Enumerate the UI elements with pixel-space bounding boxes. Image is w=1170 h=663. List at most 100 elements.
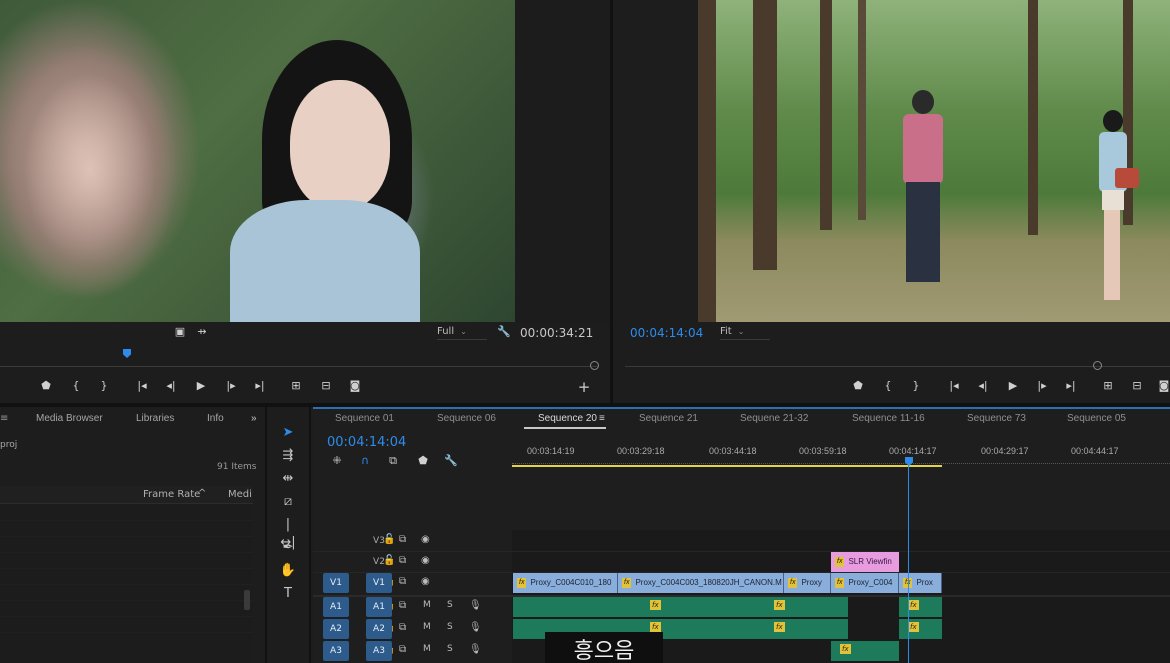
ripple-edit-tool-icon[interactable]: ⇹ (279, 470, 297, 488)
solo-button[interactable]: S (447, 600, 453, 610)
tab-media-browser[interactable]: Media Browser (36, 413, 103, 424)
sync-lock-icon[interactable]: ⧉ (399, 576, 406, 587)
insert-icon[interactable]: ▣ (172, 325, 188, 339)
timeline-settings-icon[interactable]: 🔧 (443, 454, 459, 468)
mark-in-icon[interactable]: { (880, 379, 896, 393)
slip-tool-icon[interactable]: |↔| (279, 516, 297, 550)
more-panels-icon[interactable]: » (251, 413, 257, 424)
selection-tool-icon[interactable]: ➤ (279, 424, 297, 442)
track-label-v3[interactable]: V3 (366, 531, 392, 551)
drag-video-icon[interactable]: ⇸ (194, 325, 210, 339)
go-to-in-icon[interactable]: |◂ (946, 379, 962, 393)
source-out-handle[interactable] (590, 361, 599, 370)
track-select-tool-icon[interactable]: ⇶ (279, 447, 297, 465)
list-item[interactable] (0, 569, 253, 585)
project-item-list[interactable] (0, 505, 253, 663)
work-area-bar[interactable] (512, 465, 942, 467)
tab-sequence-11-16[interactable]: Sequence 11-16 (852, 413, 925, 424)
mark-out-icon[interactable]: } (96, 379, 112, 393)
list-item[interactable] (0, 617, 253, 633)
tab-libraries[interactable]: Libraries (136, 413, 174, 424)
step-forward-icon[interactable]: |▸ (223, 379, 239, 393)
microphone-icon[interactable]: 🎙 (469, 644, 482, 655)
tab-sequence-05[interactable]: Sequence 05 (1067, 413, 1126, 424)
source-scrub-bar[interactable] (0, 366, 598, 367)
track-label-v2[interactable]: V2 (366, 552, 392, 572)
mute-button[interactable]: M (423, 644, 431, 654)
add-button-icon[interactable]: + (576, 380, 592, 395)
extract-icon[interactable]: ⊟ (1129, 379, 1145, 393)
list-item[interactable] (0, 505, 253, 521)
clip-v1[interactable]: fx Proxy (784, 573, 831, 593)
audio-clip-a1[interactable] (513, 597, 848, 617)
source-patch-a2[interactable]: A2 (323, 619, 349, 639)
step-back-icon[interactable]: ◂| (975, 379, 991, 393)
program-fit-dropdown[interactable]: Fit ⌄ (720, 326, 770, 340)
mute-button[interactable]: M (423, 622, 431, 632)
sync-lock-icon[interactable]: ⧉ (399, 600, 406, 611)
clip-slr-viewfinder[interactable]: fx SLR Viewfin (831, 552, 899, 572)
panel-menu-icon[interactable]: ≡ (0, 413, 12, 425)
solo-button[interactable]: S (447, 644, 453, 654)
go-to-out-icon[interactable]: ▸| (1063, 379, 1079, 393)
solo-button[interactable]: S (447, 622, 453, 632)
step-forward-icon[interactable]: |▸ (1034, 379, 1050, 393)
microphone-icon[interactable]: 🎙 (469, 622, 482, 633)
hand-tool-icon[interactable]: ✋ (279, 562, 297, 580)
marker-icon[interactable]: ⬟ (850, 379, 866, 393)
clip-v1[interactable]: fx Proxy_C004C010_180 (513, 573, 618, 593)
clip-v1[interactable]: fxProx (899, 573, 942, 593)
track-label-a2[interactable]: A2 (366, 619, 392, 639)
snap-icon[interactable]: ∩ (357, 454, 373, 468)
program-out-handle[interactable] (1093, 361, 1102, 370)
tab-sequene-21-32[interactable]: Sequene 21-32 (740, 413, 808, 424)
tab-sequence-06[interactable]: Sequence 06 (437, 413, 496, 424)
wrench-icon[interactable]: 🔧 (496, 325, 512, 339)
play-icon[interactable]: ▶ (193, 379, 209, 393)
eye-icon[interactable]: ◉ (421, 576, 430, 587)
eye-icon[interactable]: ◉ (421, 534, 430, 545)
razor-tool-icon[interactable]: ⧄ (279, 493, 297, 511)
list-item[interactable] (0, 537, 253, 553)
type-tool-icon[interactable]: T (279, 585, 297, 603)
tab-sequence-01[interactable]: Sequence 01 (335, 413, 394, 424)
tab-sequence-21[interactable]: Sequence 21 (639, 413, 698, 424)
track-label-a1[interactable]: A1 (366, 597, 392, 617)
go-to-out-icon[interactable]: ▸| (252, 379, 268, 393)
column-frame-rate[interactable]: Frame Rate (143, 489, 200, 500)
source-patch-v1[interactable]: V1 (323, 573, 349, 593)
sync-lock-icon[interactable]: ⧉ (399, 534, 406, 545)
timeline-playhead-line[interactable] (908, 464, 909, 663)
source-playhead[interactable] (123, 349, 131, 358)
marker-icon[interactable]: ⬟ (38, 379, 54, 393)
tab-sequence-73[interactable]: Sequence 73 (967, 413, 1026, 424)
mark-in-icon[interactable]: { (68, 379, 84, 393)
overwrite-icon[interactable]: ⊟ (318, 379, 334, 393)
clip-v1[interactable]: fx Proxy_C004 (831, 573, 899, 593)
source-fit-dropdown[interactable]: Full ⌄ (437, 326, 487, 340)
program-scrub-bar[interactable] (625, 366, 1170, 367)
tab-info[interactable]: Info (207, 413, 224, 424)
project-scrollbar[interactable] (244, 590, 250, 610)
track-label-a3[interactable]: A3 (366, 641, 392, 661)
pen-tool-icon[interactable]: ✒ (279, 539, 297, 557)
time-ruler-ticks[interactable] (512, 459, 1170, 464)
play-icon[interactable]: ▶ (1005, 379, 1021, 393)
sort-ascending-icon[interactable]: ^ (198, 488, 206, 499)
source-patch-a3[interactable]: A3 (323, 641, 349, 661)
microphone-icon[interactable]: 🎙 (469, 600, 482, 611)
audio-clip-a1[interactable] (899, 597, 942, 617)
timeline-playhead-timecode[interactable]: 00:04:14:04 (327, 435, 406, 450)
eye-icon[interactable]: ◉ (421, 555, 430, 566)
nest-icon[interactable]: ⁜ (329, 454, 345, 468)
list-item[interactable] (0, 585, 253, 601)
list-item[interactable] (0, 521, 253, 537)
sync-lock-icon[interactable]: ⧉ (399, 644, 406, 655)
mark-out-icon[interactable]: } (908, 379, 924, 393)
source-patch-a1[interactable]: A1 (323, 597, 349, 617)
lift-icon[interactable]: ⊞ (1100, 379, 1116, 393)
column-media[interactable]: Medi (228, 489, 252, 500)
camera-icon[interactable]: ◙ (347, 379, 363, 393)
mute-button[interactable]: M (423, 600, 431, 610)
insert-clip-icon[interactable]: ⊞ (288, 379, 304, 393)
